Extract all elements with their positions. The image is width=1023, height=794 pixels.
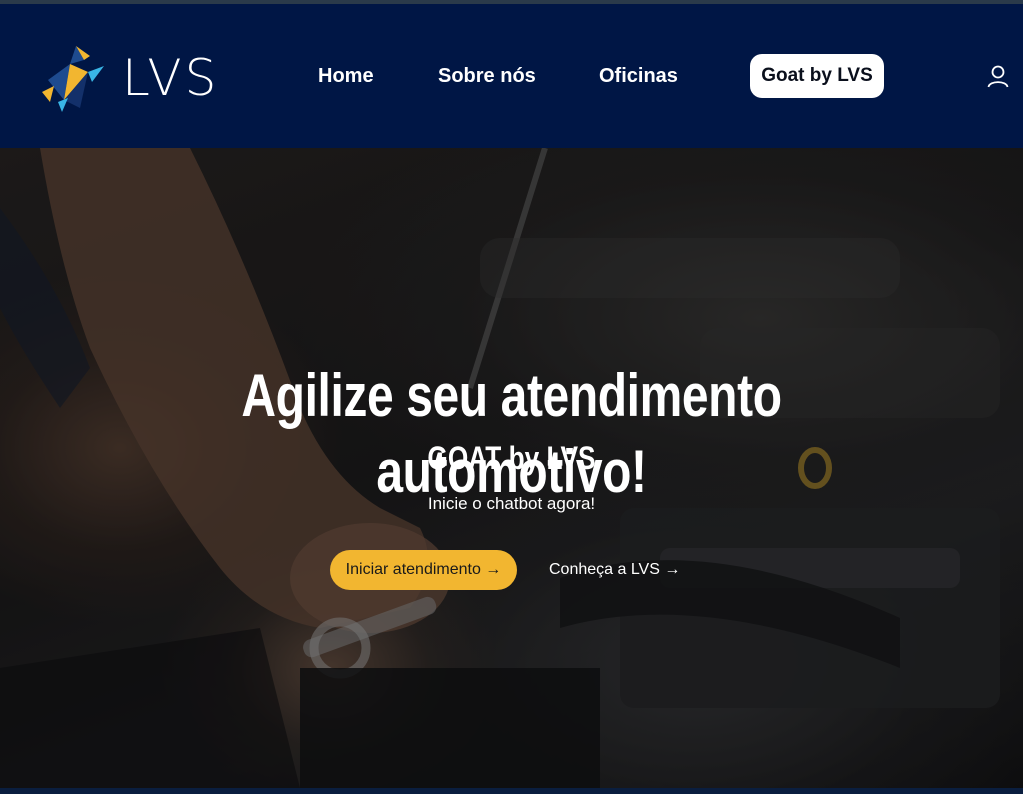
user-account-button[interactable] <box>985 64 1011 90</box>
site-header: LVS Home Sobre nós Oficinas Goat by LVS <box>0 4 1023 148</box>
hero-title: Agilize seu atendimento automotivo! <box>241 362 782 505</box>
bottom-border <box>0 788 1023 794</box>
main-nav: Home Sobre nós Oficinas Goat by LVS <box>0 4 1023 148</box>
nav-home[interactable]: Home <box>318 60 374 92</box>
nav-goat-button[interactable]: Goat by LVS <box>750 54 884 98</box>
know-lvs-link[interactable]: Conheça a LVS → <box>549 550 680 590</box>
hero-section: Agilize seu atendimento automotivo! GOAT… <box>0 148 1023 788</box>
nav-about[interactable]: Sobre nós <box>438 60 536 92</box>
hero-subtitle: GOAT by LVS <box>427 440 596 476</box>
nav-workshops[interactable]: Oficinas <box>599 60 678 92</box>
hero-description: Inicie o chatbot agora! <box>427 494 596 513</box>
start-service-button[interactable]: Iniciar atendimento → <box>330 550 517 590</box>
user-icon <box>987 65 1009 88</box>
